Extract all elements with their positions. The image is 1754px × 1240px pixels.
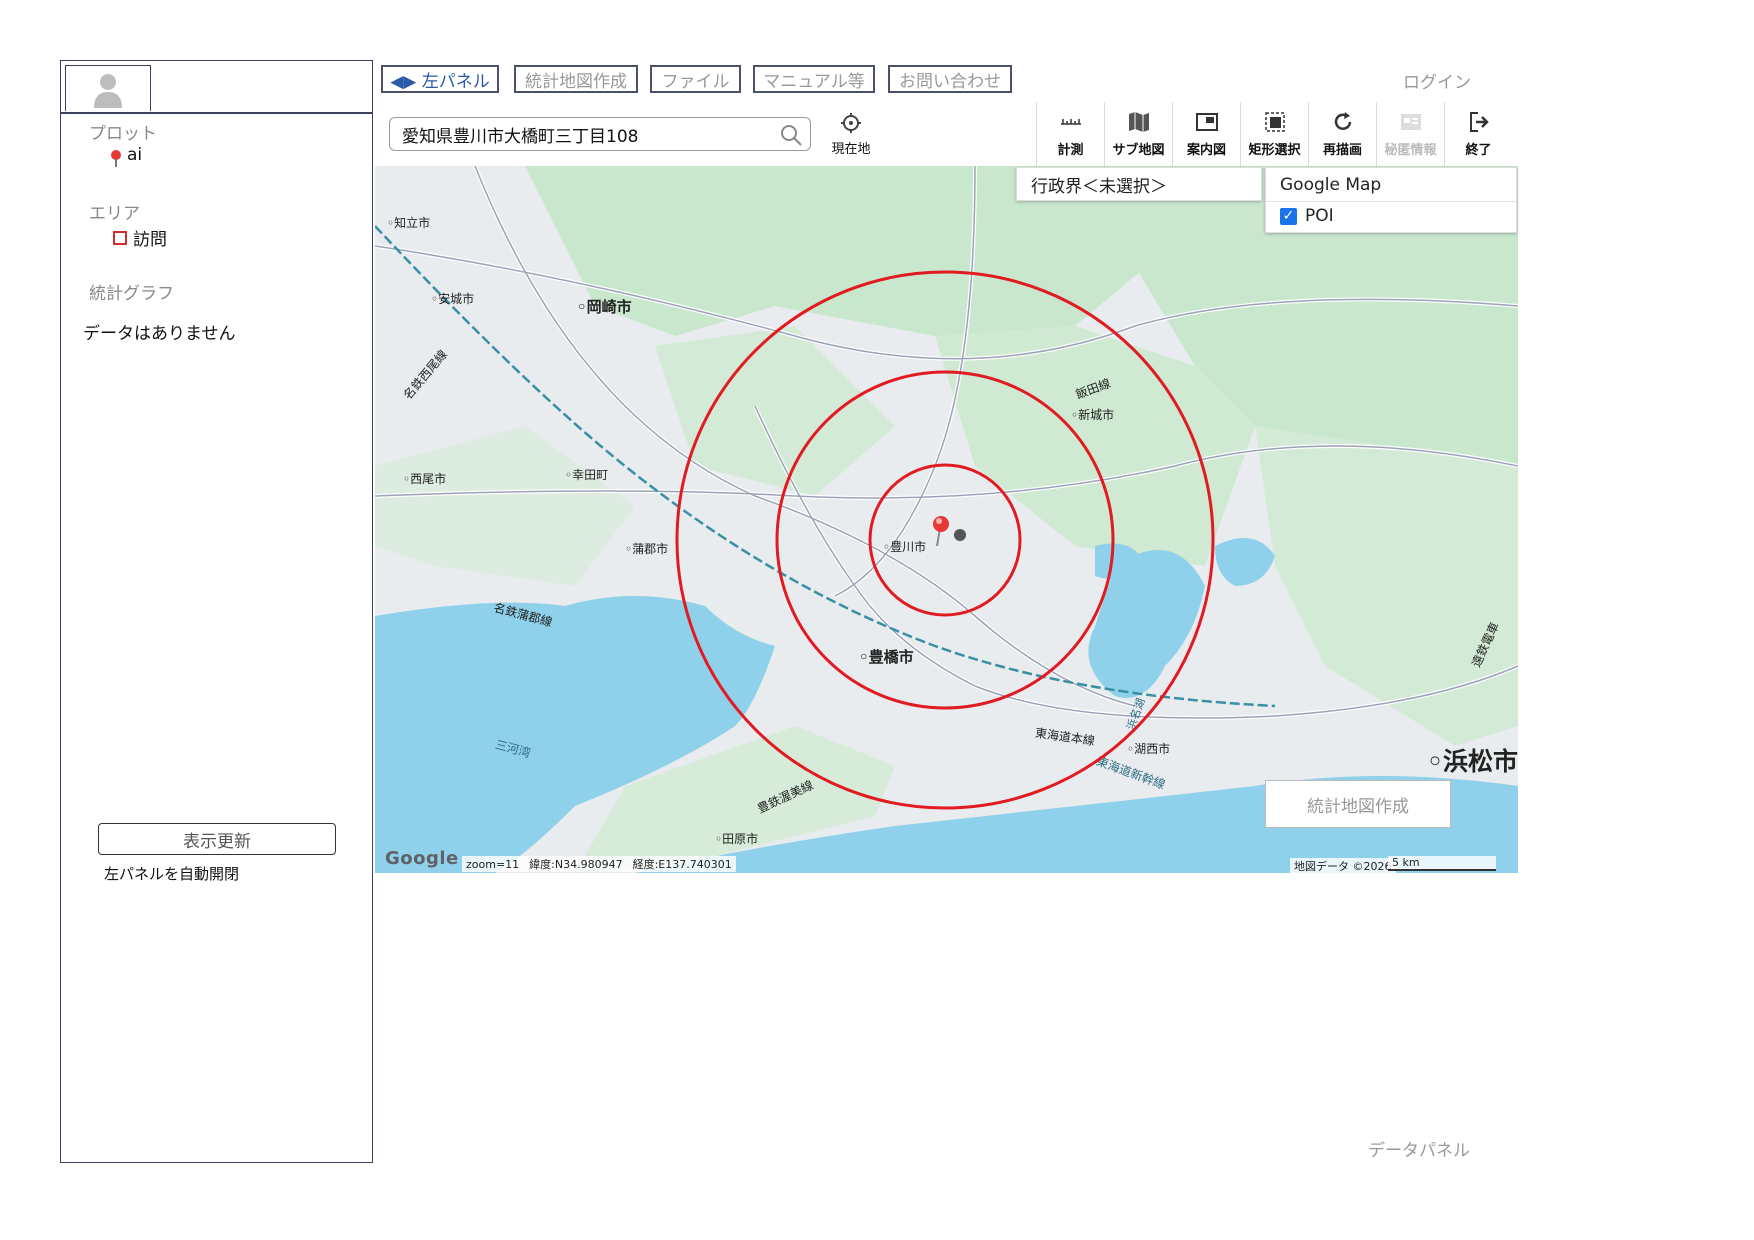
hidden-info-tool-label: 秘匿情報 [1384,143,1437,158]
ruler-icon [1060,119,1081,125]
map-toolbar: 計測 サブ地図 案内図 矩形選択 再描画 秘匿情報 終了 [1036,102,1518,166]
manual-menu-button[interactable]: マニュアル等 [753,65,875,93]
redraw-tool[interactable]: 再描画 [1308,102,1376,166]
contact-menu-button[interactable]: お問い合わせ [888,65,1012,93]
hidden-info-tool[interactable]: 秘匿情報 [1376,102,1444,166]
stat-map-create-button[interactable]: 統計地図作成 [1265,780,1451,828]
radius-circle-middle [775,370,1115,710]
area-section-label: エリア [89,204,140,224]
center-dot-icon [954,529,966,541]
user-avatar-icon [94,74,122,108]
square-icon [113,230,127,245]
poi-checkbox[interactable]: ✓ POI [1280,206,1334,226]
redraw-tool-label: 再描画 [1322,143,1362,158]
left-panel-button[interactable]: ◀▶ 左パネル [381,65,499,93]
left-panel-divider [61,112,372,114]
latitude-readout: 緯度:N34.980947 [529,858,623,871]
data-panel-label[interactable]: データパネル [1368,1136,1470,1161]
longitude-readout: 経度:E137.740301 [632,858,732,871]
plot-item-label: ai [127,145,143,165]
area-item-label: 訪問 [133,230,167,250]
map-copyright: 地図データ ©2026 [1290,858,1396,873]
area-item[interactable]: 訪問 [113,225,167,250]
checkmark-icon: ✓ [1280,207,1297,225]
sub-map-tool-label: サブ地図 [1112,143,1165,158]
layer-title: Google Map [1280,175,1382,195]
rect-select-icon [1264,112,1285,132]
map-icon [1128,112,1149,132]
left-panel: プロット ai エリア 訪問 統計グラフ データはありません 表示更新 左パネル… [60,60,373,1163]
poi-label: POI [1305,206,1334,226]
current-location-label: 現在地 [831,142,871,157]
google-logo: Google [385,848,459,869]
exit-tool[interactable]: 終了 [1444,102,1512,166]
guide-map-icon [1195,113,1218,131]
address-search-input[interactable]: 愛知県豊川市大橋町三丁目108 [389,117,811,151]
admin-boundary-selector[interactable]: 行政界＜未選択＞ [1016,167,1262,201]
login-link[interactable]: ログイン [1403,68,1471,93]
map-status-bar: zoom=11 緯度:N34.980947 経度:E137.740301 [462,856,736,872]
file-menu-button[interactable]: ファイル [650,65,741,93]
refresh-icon [1334,112,1351,130]
map-canvas[interactable]: ◦岡崎市 ◦豊川市 ◦豊橋市 ◦浜松市 ◦知立市 ◦安城市 ◦西尾市 ◦幸田町 … [375,166,1518,873]
radius-circle-inner [868,463,1022,617]
map-scale: 5 km [1388,856,1496,871]
radius-circle-outer [675,270,1215,810]
no-data-text: データはありません [83,324,236,344]
current-location-button[interactable]: 現在地 [828,112,874,157]
pin-icon [111,150,121,167]
layer-panel: Google Map ✓ POI [1265,167,1517,233]
zoom-readout: zoom=11 [466,857,520,871]
layer-divider [1266,201,1516,202]
graph-section-label: 統計グラフ [89,284,174,304]
plot-item[interactable]: ai [111,145,143,167]
auto-toggle-label[interactable]: 左パネルを自動開閉 [104,863,239,884]
rect-select-tool[interactable]: 矩形選択 [1240,102,1308,166]
guide-map-tool-label: 案内図 [1186,143,1226,158]
plot-section-label: プロット [89,124,157,144]
refresh-display-button[interactable]: 表示更新 [98,823,336,855]
search-value: 愛知県豊川市大橋町三丁目108 [402,126,639,147]
measure-tool-label: 計測 [1057,143,1084,158]
map-pin-icon[interactable] [933,516,949,547]
guide-map-tool[interactable]: 案内図 [1172,102,1240,166]
exit-icon [1469,112,1489,132]
rect-select-tool-label: 矩形選択 [1248,143,1301,158]
search-icon[interactable] [780,124,802,146]
hidden-info-icon [1400,114,1421,130]
crosshair-icon [841,113,861,133]
exit-tool-label: 終了 [1465,143,1492,158]
measure-tool[interactable]: 計測 [1036,102,1104,166]
stat-map-menu-button[interactable]: 統計地図作成 [514,65,638,93]
radius-circles [675,270,1215,810]
user-tab[interactable] [65,65,151,111]
sub-map-tool[interactable]: サブ地図 [1104,102,1172,166]
